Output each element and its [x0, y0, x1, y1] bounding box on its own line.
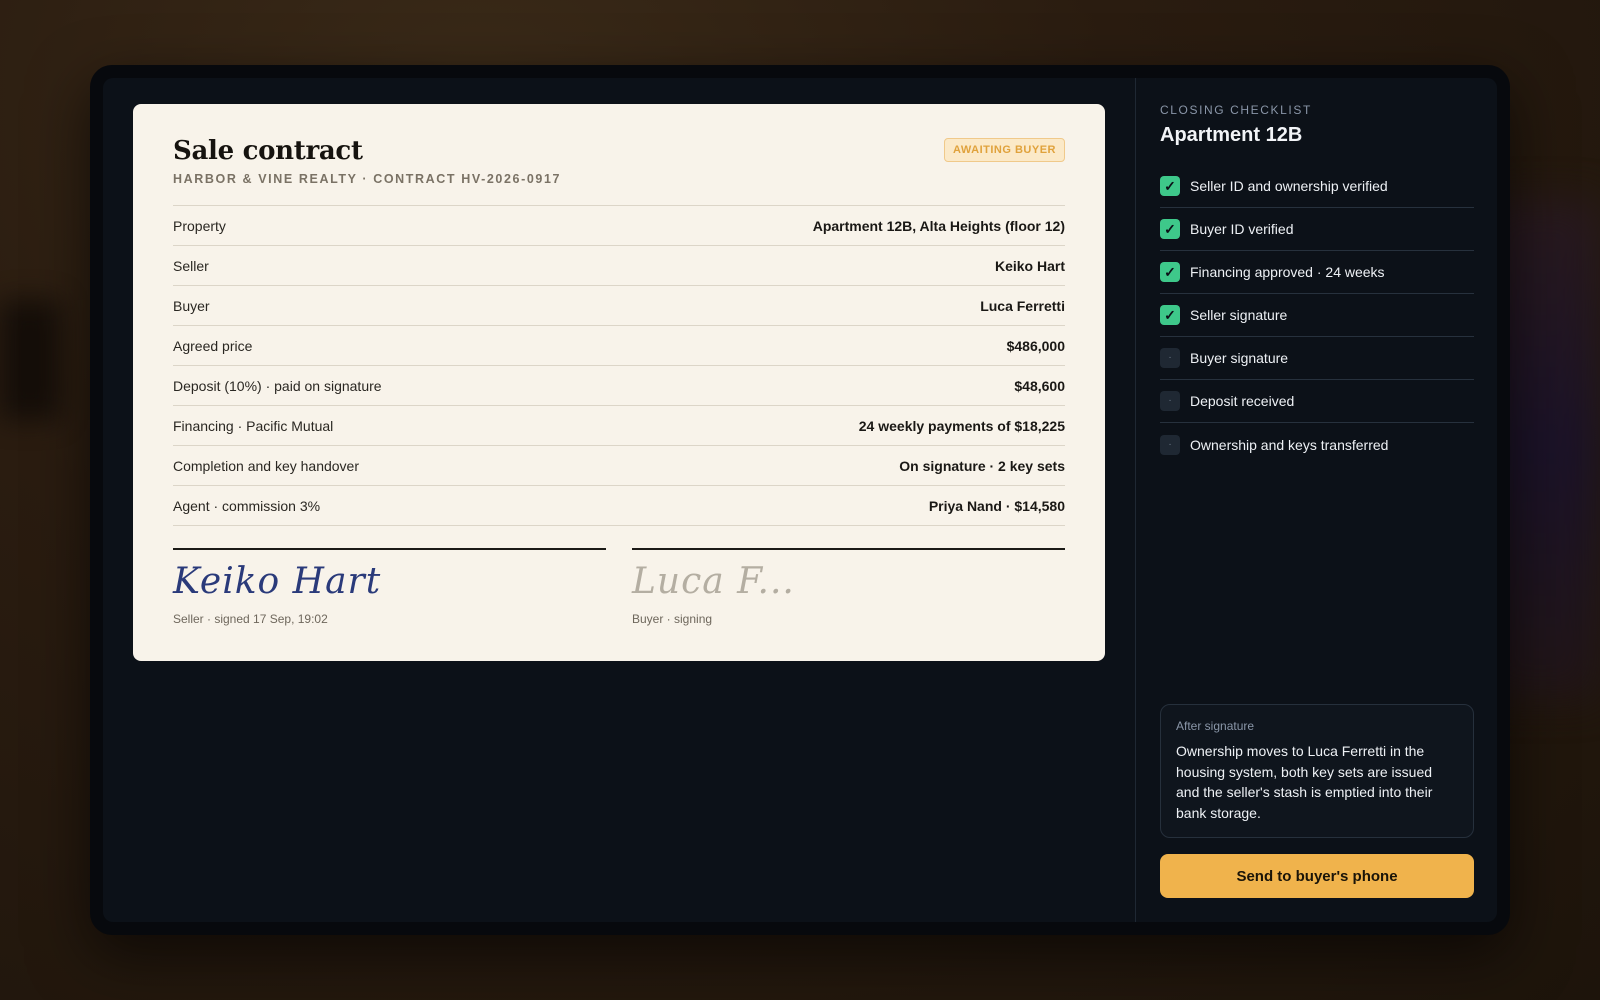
checklist-item: ✓ Buyer ID verified: [1160, 208, 1474, 251]
contract-document: Sale contract HARBOR & VINE REALTY · CON…: [133, 104, 1105, 661]
term-row: Buyer Luca Ferretti: [173, 286, 1065, 326]
term-label: Buyer: [173, 297, 210, 314]
term-row: Financing · Pacific Mutual 24 weekly paym…: [173, 406, 1065, 446]
checklist-item-label: Seller signature: [1190, 307, 1288, 323]
checklist-title: Apartment 12B: [1160, 124, 1303, 146]
checklist-item-label: Ownership and keys transferred: [1190, 436, 1389, 453]
term-value: On signature · 2 key sets: [899, 457, 1065, 474]
term-label: Property: [173, 217, 226, 234]
status-badge: AWAITING BUYER: [944, 138, 1065, 162]
term-row: Property Apartment 12B, Alta Heights (flo…: [173, 206, 1065, 246]
signature-section: Keiko Hart Seller · signed 17 Sep, 19:02…: [173, 548, 1065, 626]
term-row: Deposit (10%) · paid on signature $48,600: [173, 366, 1065, 406]
term-label: Completion and key handover: [173, 457, 360, 474]
checklist-item: · Ownership and keys transferred: [1160, 423, 1474, 466]
pending-dot-icon: ·: [1160, 391, 1180, 411]
checklist-panel: CLOSING CHECKLIST Apartment 12B ✓ Seller …: [1135, 78, 1497, 922]
checklist-item-label: Buyer signature: [1190, 350, 1289, 366]
checklist-eyebrow: CLOSING CHECKLIST: [1160, 103, 1312, 117]
term-label: Deposit (10%) · paid on signature: [173, 377, 382, 394]
term-row: Agent · commission 3% Priya Nand · $14,58…: [173, 486, 1065, 526]
buyer-signature-field[interactable]: Luca F...: [632, 558, 1065, 606]
contract-area: Sale contract HARBOR & VINE REALTY · CON…: [103, 78, 1135, 922]
seller-signature-meta: Seller · signed 17 Sep, 19:02: [173, 612, 328, 626]
after-signature-note: After signature Ownership moves to Luca …: [1160, 704, 1474, 838]
pending-dot-icon: ·: [1160, 434, 1180, 455]
check-icon: ✓: [1160, 219, 1180, 239]
contract-terms: Property Apartment 12B, Alta Heights (flo…: [173, 206, 1065, 526]
contract-header: Sale contract HARBOR & VINE REALTY · CON…: [173, 136, 1065, 206]
checklist-item: · Buyer signature: [1160, 337, 1474, 380]
term-label: Seller: [173, 257, 209, 274]
checklist: ✓ Seller ID and ownership verified ✓ Buyer…: [1160, 165, 1474, 466]
buyer-signature-block[interactable]: Luca F... Buyer · signing: [632, 548, 1065, 626]
term-label: Agent · commission 3%: [173, 497, 321, 514]
contract-title: Sale contract: [173, 136, 363, 166]
tablet-screen: Sale contract HARBOR & VINE REALTY · CON…: [103, 78, 1497, 922]
term-row: Agreed price $486,000: [173, 326, 1065, 366]
checklist-item: ✓ Financing approved · 24 weeks: [1160, 251, 1474, 294]
tablet-frame: Sale contract HARBOR & VINE REALTY · CON…: [90, 65, 1510, 935]
term-row: Seller Keiko Hart: [173, 246, 1065, 286]
contract-subtitle: HARBOR & VINE REALTY · CONTRACT HV-2026-…: [173, 172, 562, 186]
after-signature-text: Ownership moves to Luca Ferretti in the …: [1176, 743, 1433, 821]
check-icon: ✓: [1160, 262, 1180, 282]
checklist-item-label: Seller ID and ownership verified: [1190, 178, 1388, 194]
send-to-buyer-button[interactable]: Send to buyer's phone: [1160, 854, 1474, 898]
check-icon: ✓: [1160, 305, 1180, 325]
checklist-item: ✓ Seller signature: [1160, 294, 1474, 337]
term-value: Priya Nand · $14,580: [928, 497, 1065, 514]
checklist-item-label: Deposit received: [1190, 393, 1295, 409]
term-value: Apartment 12B, Alta Heights (floor 12): [812, 217, 1065, 234]
pending-dot-icon: ·: [1160, 348, 1180, 368]
checklist-item: ✓ Seller ID and ownership verified: [1160, 165, 1474, 208]
after-signature-label: After signature: [1176, 719, 1255, 733]
seller-signature-block: Keiko Hart Seller · signed 17 Sep, 19:02: [173, 548, 606, 626]
term-value: $486,000: [1006, 337, 1065, 354]
check-icon: ✓: [1160, 176, 1180, 196]
checklist-item-label: Financing approved · 24 weeks: [1190, 264, 1385, 280]
term-row: Completion and key handover On signature …: [173, 446, 1065, 486]
background-shadow: [0, 300, 60, 420]
term-label: Agreed price: [173, 337, 253, 354]
term-value: Keiko Hart: [994, 257, 1065, 274]
term-value: $48,600: [1014, 377, 1065, 394]
checklist-item: · Deposit received: [1160, 380, 1474, 423]
term-label: Financing · Pacific Mutual: [173, 417, 334, 434]
checklist-item-label: Buyer ID verified: [1190, 221, 1294, 237]
term-value: Luca Ferretti: [980, 297, 1065, 314]
term-value: 24 weekly payments of $18,225: [858, 417, 1065, 434]
seller-signature: Keiko Hart: [173, 561, 382, 602]
buyer-signature-meta: Buyer · signing: [632, 612, 713, 626]
